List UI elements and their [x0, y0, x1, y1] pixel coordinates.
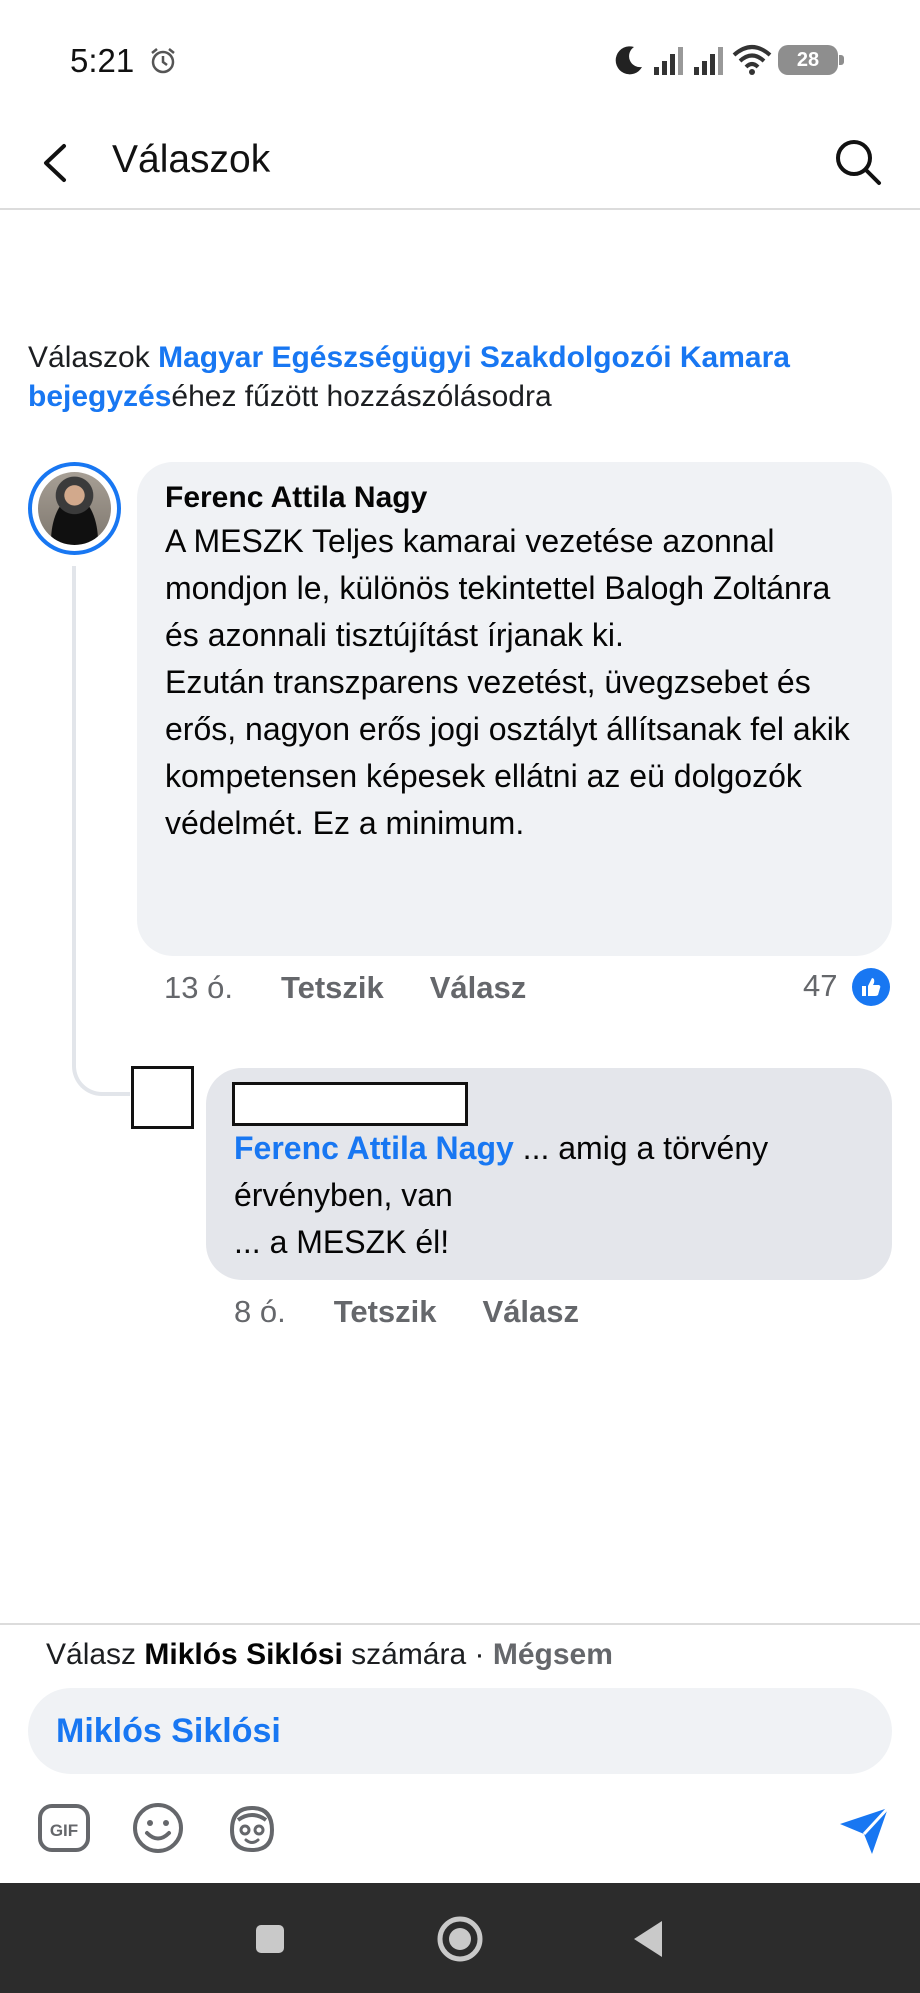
- reply-mention[interactable]: Ferenc Attila Nagy: [234, 1130, 514, 1166]
- alarm-icon: [151, 48, 175, 74]
- cancel-button[interactable]: Mégsem: [493, 1638, 613, 1671]
- thread-connector: [72, 566, 130, 1096]
- battery-icon: 28: [778, 45, 844, 75]
- reply-to-prefix: Válasz: [46, 1638, 145, 1671]
- reply-to-name: Miklós Siklósi: [144, 1638, 343, 1671]
- signal-icon: [654, 47, 683, 75]
- app-header: Válaszok: [0, 120, 920, 210]
- reaction-count[interactable]: 47: [803, 968, 837, 1004]
- comment-actions: 13 ó. Tetszik Válasz: [164, 970, 572, 1006]
- comment-bubble[interactable]: Ferenc Attila Nagy A MESZK Teljes kamara…: [137, 462, 892, 956]
- battery-level: 28: [796, 48, 820, 71]
- moon-icon: [615, 46, 642, 75]
- reply-context: Válaszok Magyar Egészségügyi Szakdolgozó…: [28, 338, 888, 416]
- comment-text: A MESZK Teljes kamarai vezetése azonnal …: [165, 523, 850, 841]
- back-arrow-icon[interactable]: [36, 138, 76, 188]
- composer-divider: [0, 1623, 920, 1625]
- reply-target-line: Válasz Miklós Siklósi számára · Mégsem: [46, 1638, 613, 1672]
- status-bar: 5:21 28: [0, 0, 920, 120]
- redacted-author: [232, 1082, 468, 1126]
- reply-time[interactable]: 8 ó.: [234, 1294, 286, 1330]
- avatar-photo: [38, 472, 111, 545]
- context-suffix: éhez fűzött hozzászólásodra: [171, 380, 552, 413]
- gif-icon[interactable]: GIF: [36, 1800, 92, 1856]
- comment-input[interactable]: Miklós Siklósi: [28, 1688, 892, 1774]
- status-time: 5:21: [70, 42, 135, 79]
- reply-like-button[interactable]: Tetszik: [334, 1294, 437, 1330]
- system-nav-bar: [0, 1883, 920, 1993]
- signal-icon: [694, 47, 723, 75]
- home-icon[interactable]: [430, 1909, 490, 1969]
- reply-actions: 8 ó. Tetszik Válasz: [234, 1294, 625, 1330]
- input-mention[interactable]: Miklós Siklósi: [56, 1712, 281, 1751]
- like-button[interactable]: Tetszik: [281, 970, 384, 1006]
- back-icon[interactable]: [620, 1909, 680, 1969]
- thumbs-up-icon: [862, 978, 881, 996]
- search-icon[interactable]: [832, 136, 884, 188]
- reply-to-suffix: számára ·: [342, 1638, 493, 1671]
- like-reaction-icon[interactable]: [852, 968, 890, 1006]
- comment-author[interactable]: Ferenc Attila Nagy: [165, 478, 864, 518]
- avatar[interactable]: [28, 462, 121, 555]
- send-icon[interactable]: [836, 1802, 892, 1858]
- context-prefix: Válaszok: [28, 341, 159, 374]
- svg-text:GIF: GIF: [50, 1821, 78, 1840]
- recent-apps-icon[interactable]: [240, 1909, 300, 1969]
- reply-avatar[interactable]: [131, 1066, 194, 1129]
- avatar-sticker-icon[interactable]: [224, 1800, 280, 1856]
- wifi-icon: [732, 45, 772, 75]
- reply-reply-button[interactable]: Válasz: [483, 1294, 580, 1330]
- reply-text: Ferenc Attila Nagy ... amig a törvény ér…: [234, 1125, 874, 1266]
- status-icons: 28: [612, 40, 844, 80]
- page-title: Válaszok: [112, 138, 271, 181]
- reply-button[interactable]: Válasz: [430, 970, 527, 1006]
- comment-time[interactable]: 13 ó.: [164, 970, 233, 1006]
- emoji-icon[interactable]: [130, 1800, 186, 1856]
